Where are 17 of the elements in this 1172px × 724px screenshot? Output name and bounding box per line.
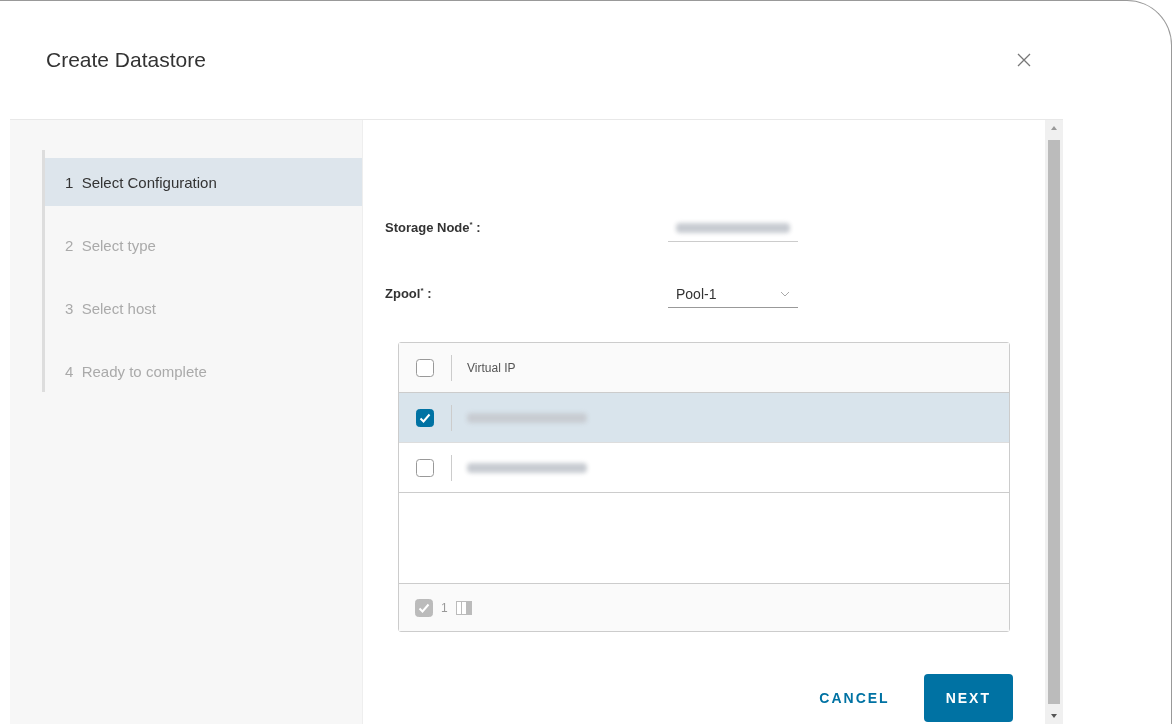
checkbox-icon <box>415 598 433 617</box>
checkbox[interactable] <box>416 408 434 427</box>
scrollbar[interactable] <box>1045 120 1063 724</box>
column-header[interactable]: Virtual IP <box>452 360 516 375</box>
column-toggle-icon[interactable] <box>455 600 472 615</box>
chevron-down-icon <box>780 290 790 297</box>
checkbox[interactable] <box>416 458 434 477</box>
selected-count: 1 <box>441 600 448 615</box>
wizard-step[interactable]: 1 Select Configuration <box>45 158 362 206</box>
field-label: Storage Node$^{*}$ : <box>385 220 482 236</box>
checkbox[interactable] <box>416 358 434 377</box>
dialog-title: Create Datastore <box>46 48 206 72</box>
zpool-select[interactable]: Pool-1 <box>668 280 798 308</box>
close-icon[interactable] <box>1017 53 1031 67</box>
cancel-button[interactable]: CANCEL <box>797 674 912 722</box>
next-button[interactable]: NEXT <box>923 674 1013 722</box>
field-label: Zpool$^{*}$ : <box>385 286 433 302</box>
